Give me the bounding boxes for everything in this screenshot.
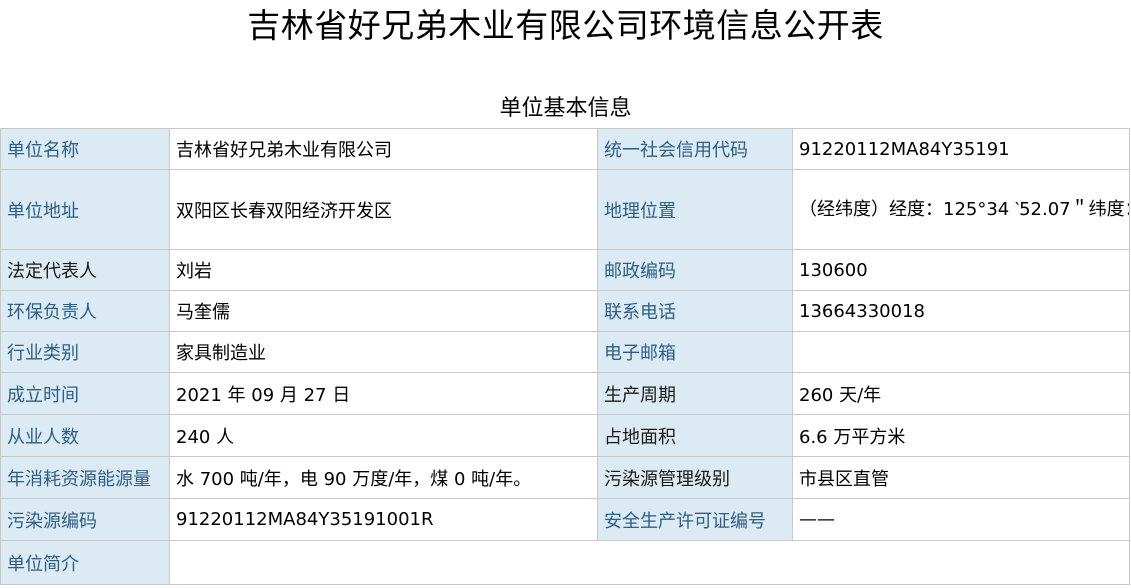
value-address: 双阳区长春双阳经济开发区	[169, 169, 598, 250]
label-unit-intro: 单位简介	[0, 540, 170, 585]
label-pollution-level: 污染源管理级别	[597, 456, 793, 499]
label-pollution-code: 污染源编码	[0, 498, 170, 541]
value-unit-intro	[169, 540, 1130, 585]
label-address: 单位地址	[0, 169, 170, 250]
value-production-cycle: 260 天/年	[792, 372, 1130, 415]
table-row: 成立时间 2021 年 09 月 27 日 生产周期 260 天/年	[0, 372, 1130, 415]
value-env-manager: 马奎儒	[169, 290, 598, 332]
value-unit-name: 吉林省好兄弟木业有限公司	[169, 128, 598, 170]
value-resource-consumption: 水 700 吨/年，电 90 万度/年，煤 0 吨/年。	[169, 456, 598, 499]
value-land-area: 6.6 万平方米	[792, 414, 1130, 457]
section-title: 单位基本信息	[499, 96, 632, 121]
label-resource-consumption: 年消耗资源能源量	[0, 456, 170, 499]
table-row: 法定代表人 刘岩 邮政编码 130600	[0, 249, 1130, 291]
value-legal-rep: 刘岩	[169, 249, 598, 291]
table-row: 从业人数 240 人 占地面积 6.6 万平方米	[0, 414, 1130, 457]
table-row: 单位名称 吉林省好兄弟木业有限公司 统一社会信用代码 91220112MA84Y…	[0, 128, 1130, 170]
value-safety-permit: ——	[792, 498, 1130, 541]
label-unit-name: 单位名称	[0, 128, 170, 170]
value-founded: 2021 年 09 月 27 日	[169, 372, 598, 415]
label-credit-code: 统一社会信用代码	[597, 128, 793, 170]
label-industry: 行业类别	[0, 331, 170, 373]
value-credit-code: 91220112MA84Y35191	[792, 128, 1130, 170]
label-production-cycle: 生产周期	[597, 372, 793, 415]
table-row: 年消耗资源能源量 水 700 吨/年，电 90 万度/年，煤 0 吨/年。 污染…	[0, 456, 1130, 499]
label-employees: 从业人数	[0, 414, 170, 457]
value-industry: 家具制造业	[169, 331, 598, 373]
label-founded: 成立时间	[0, 372, 170, 415]
page: 吉林省好兄弟木业有限公司环境信息公开表 单位基本信息 单位名称 吉林省好兄弟木业…	[0, 0, 1131, 588]
label-land-area: 占地面积	[597, 414, 793, 457]
value-employees: 240 人	[169, 414, 598, 457]
table-row: 单位简介	[0, 540, 1130, 585]
info-table: 单位名称 吉林省好兄弟木业有限公司 统一社会信用代码 91220112MA84Y…	[0, 128, 1130, 585]
label-safety-permit: 安全生产许可证编号	[597, 498, 793, 541]
table-row: 行业类别 家具制造业 电子邮箱	[0, 331, 1130, 373]
value-phone: 13664330018	[792, 290, 1130, 332]
label-env-manager: 环保负责人	[0, 290, 170, 332]
table-row: 污染源编码 91220112MA84Y35191001R 安全生产许可证编号 —…	[0, 498, 1130, 541]
label-email: 电子邮箱	[597, 331, 793, 373]
value-email	[792, 331, 1130, 373]
label-location: 地理位置	[597, 169, 793, 250]
table-row: 环保负责人 马奎儒 联系电话 13664330018	[0, 290, 1130, 332]
label-phone: 联系电话	[597, 290, 793, 332]
value-pollution-code: 91220112MA84Y35191001R	[169, 498, 598, 541]
label-legal-rep: 法定代表人	[0, 249, 170, 291]
value-postcode: 130600	[792, 249, 1130, 291]
value-pollution-level: 市县区直管	[792, 456, 1130, 499]
label-postcode: 邮政编码	[597, 249, 793, 291]
value-location: （经纬度）经度：125°34 ‵52.07＂纬度：43°35 ‵5.82＂	[792, 169, 1130, 250]
table-row: 单位地址 双阳区长春双阳经济开发区 地理位置 （经纬度）经度：125°34 ‵5…	[0, 169, 1130, 250]
document-title: 吉林省好兄弟木业有限公司环境信息公开表	[247, 6, 884, 45]
